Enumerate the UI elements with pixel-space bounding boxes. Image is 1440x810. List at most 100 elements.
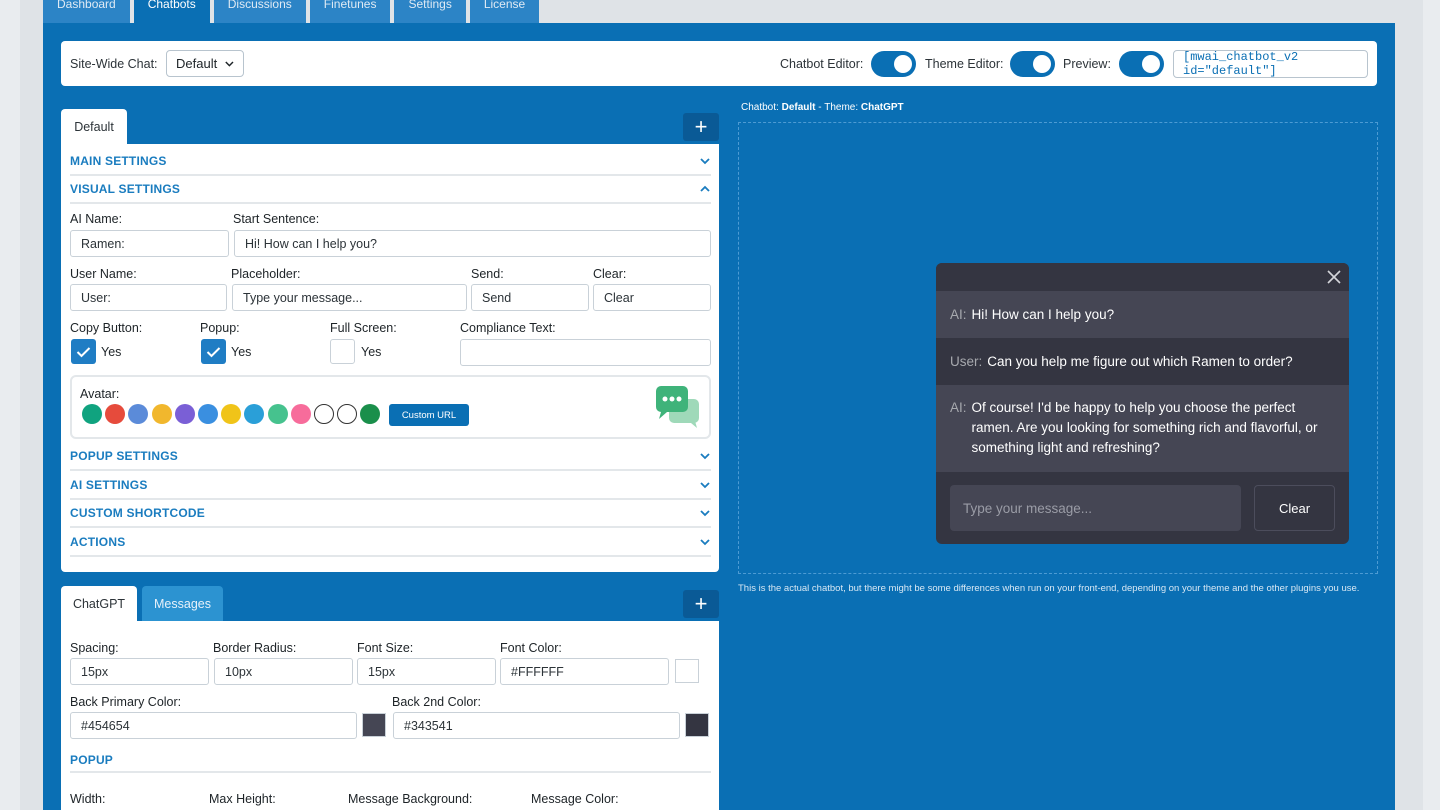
user-name-label: User Name: (70, 267, 137, 281)
back-primary-color-swatch[interactable] (362, 713, 386, 737)
section-popup: POPUP (70, 748, 711, 773)
theme-tab-chatgpt[interactable]: ChatGPT (61, 586, 137, 622)
popup-yes: Yes (231, 345, 252, 359)
font-size-label: Font Size: (357, 641, 414, 655)
copy-button-label: Copy Button: (70, 321, 143, 335)
chat-outline-icon[interactable] (314, 404, 334, 424)
theme-editor-label: Theme Editor: (925, 57, 1004, 71)
heart-chat-icon[interactable] (290, 404, 311, 424)
chevron-down-icon (700, 510, 710, 517)
chatbot-editor-toggle[interactable] (871, 51, 916, 77)
message-text: Hi! How can I help you? (971, 307, 1115, 322)
section-title: AI SETTINGS (70, 478, 148, 492)
section-custom-shortcode[interactable]: CUSTOM SHORTCODE (70, 500, 711, 528)
robot-purple-icon[interactable] (174, 404, 195, 424)
chevron-down-icon (700, 482, 710, 489)
popup-checkbox[interactable] (201, 339, 226, 364)
tab-chatbots[interactable]: Chatbots (133, 0, 210, 23)
back-2nd-color-label: Back 2nd Color: (392, 695, 481, 709)
border-radius-label: Border Radius: (213, 641, 297, 655)
send-label: Send: (471, 267, 504, 281)
tab-finetunes[interactable]: Finetunes (309, 0, 391, 23)
add-chatbot-button[interactable]: + (683, 113, 719, 141)
placeholder-label: Placeholder: (231, 267, 301, 281)
preview-info-mid: - Theme: (815, 102, 861, 113)
font-color-swatch[interactable] (675, 659, 699, 683)
start-sentence-input[interactable]: Hi! How can I help you? (234, 230, 711, 257)
avatar-label: Avatar: (80, 387, 120, 401)
tab-label: Dashboard (57, 0, 116, 11)
preview-label: Preview: (1063, 57, 1111, 71)
custom-url-button[interactable]: Custom URL (389, 404, 469, 426)
popup-label: Popup: (200, 321, 240, 335)
section-title: MAIN SETTINGS (70, 154, 167, 168)
section-main-settings[interactable]: MAIN SETTINGS (70, 148, 711, 176)
shortcode-field[interactable]: [mwai_chatbot_v2 id="default"] (1173, 50, 1368, 78)
full-screen-yes: Yes (361, 345, 382, 359)
close-icon[interactable] (1326, 269, 1342, 285)
font-size-input[interactable]: 15px (357, 658, 496, 685)
copy-button-yes: Yes (101, 345, 122, 359)
spacing-input[interactable]: 15px (70, 658, 209, 685)
chat-message-input[interactable]: Type your message... (950, 485, 1241, 531)
checkmark-icon (206, 346, 221, 357)
preview-toggle[interactable] (1119, 51, 1164, 77)
font-color-input[interactable]: #FFFFFF (500, 658, 669, 685)
full-screen-label: Full Screen: (330, 321, 397, 335)
placeholder-input[interactable]: Type your message... (232, 284, 467, 311)
border-radius-input[interactable]: 10px (214, 658, 353, 685)
robot-yellow-icon[interactable] (151, 404, 172, 424)
section-title: POPUP SETTINGS (70, 449, 178, 463)
sitewide-chat-select[interactable]: Default (166, 50, 244, 77)
message-color-label: Message Color: (531, 792, 619, 806)
tab-label: Finetunes (323, 0, 377, 11)
send-input[interactable]: Send (471, 284, 589, 311)
preview-info-prefix: Chatbot: (741, 102, 782, 113)
compliance-text-label: Compliance Text: (460, 321, 556, 335)
chatbot-tab-default[interactable]: Default (61, 109, 127, 145)
max-height-label: Max Height: (209, 792, 276, 806)
chat-clear-button[interactable]: Clear (1254, 485, 1335, 531)
theme-tab-messages[interactable]: Messages (142, 586, 223, 622)
preview-bot-name: Default (781, 102, 816, 113)
openai-icon[interactable] (82, 404, 102, 424)
spacing-label: Spacing: (70, 641, 119, 655)
message-text: Can you help me figure out which Ramen t… (987, 354, 1293, 369)
section-title: CUSTOM SHORTCODE (70, 506, 205, 520)
full-screen-checkbox[interactable] (330, 339, 355, 364)
add-theme-button[interactable]: + (683, 590, 719, 618)
user-name-input[interactable]: User: (70, 284, 227, 311)
section-title: POPUP (70, 752, 114, 767)
tab-discussions[interactable]: Discussions (213, 0, 306, 23)
compliance-text-input[interactable] (460, 339, 711, 366)
start-sentence-label: Start Sentence: (233, 212, 320, 226)
tab-settings[interactable]: Settings (394, 0, 466, 23)
tab-license[interactable]: License (469, 0, 540, 23)
section-actions[interactable]: ACTIONS (70, 529, 711, 557)
chat-message-ai: AI: Hi! How can I help you? (936, 291, 1349, 338)
message-author: User: (950, 354, 983, 369)
copy-button-checkbox[interactable] (71, 339, 96, 364)
back-2nd-color-swatch[interactable] (685, 713, 709, 737)
chatbot-editor-label: Chatbot Editor: (780, 57, 864, 71)
preview-theme-name: ChatGPT (860, 102, 904, 113)
chat-green-icon[interactable] (267, 404, 288, 424)
tab-label: Chatbots (147, 0, 196, 11)
ai-name-input[interactable]: Ramen: (70, 230, 229, 257)
back-primary-color-input[interactable]: #454654 (70, 712, 357, 739)
back-2nd-color-input[interactable]: #343541 (393, 712, 680, 739)
preview-info: Chatbot: Default - Theme: ChatGPT (741, 102, 904, 113)
clear-input[interactable]: Clear (593, 284, 711, 311)
section-title: VISUAL SETTINGS (70, 182, 181, 196)
section-ai-settings[interactable]: AI SETTINGS (70, 472, 711, 500)
chevron-down-icon (225, 60, 234, 67)
theme-editor-toggle[interactable] (1010, 51, 1055, 77)
preview-disclaimer: This is the actual chatbot, but there mi… (738, 583, 1360, 594)
section-popup-settings[interactable]: POPUP SETTINGS (70, 443, 711, 471)
robot-blue-icon[interactable] (198, 404, 218, 424)
tab-label: License (483, 0, 526, 11)
message-background-label: Message Background: (348, 792, 473, 806)
section-visual-settings[interactable]: VISUAL SETTINGS (70, 176, 711, 204)
ai-name-label: AI Name: (70, 212, 123, 226)
tab-dashboard[interactable]: Dashboard (43, 0, 130, 23)
